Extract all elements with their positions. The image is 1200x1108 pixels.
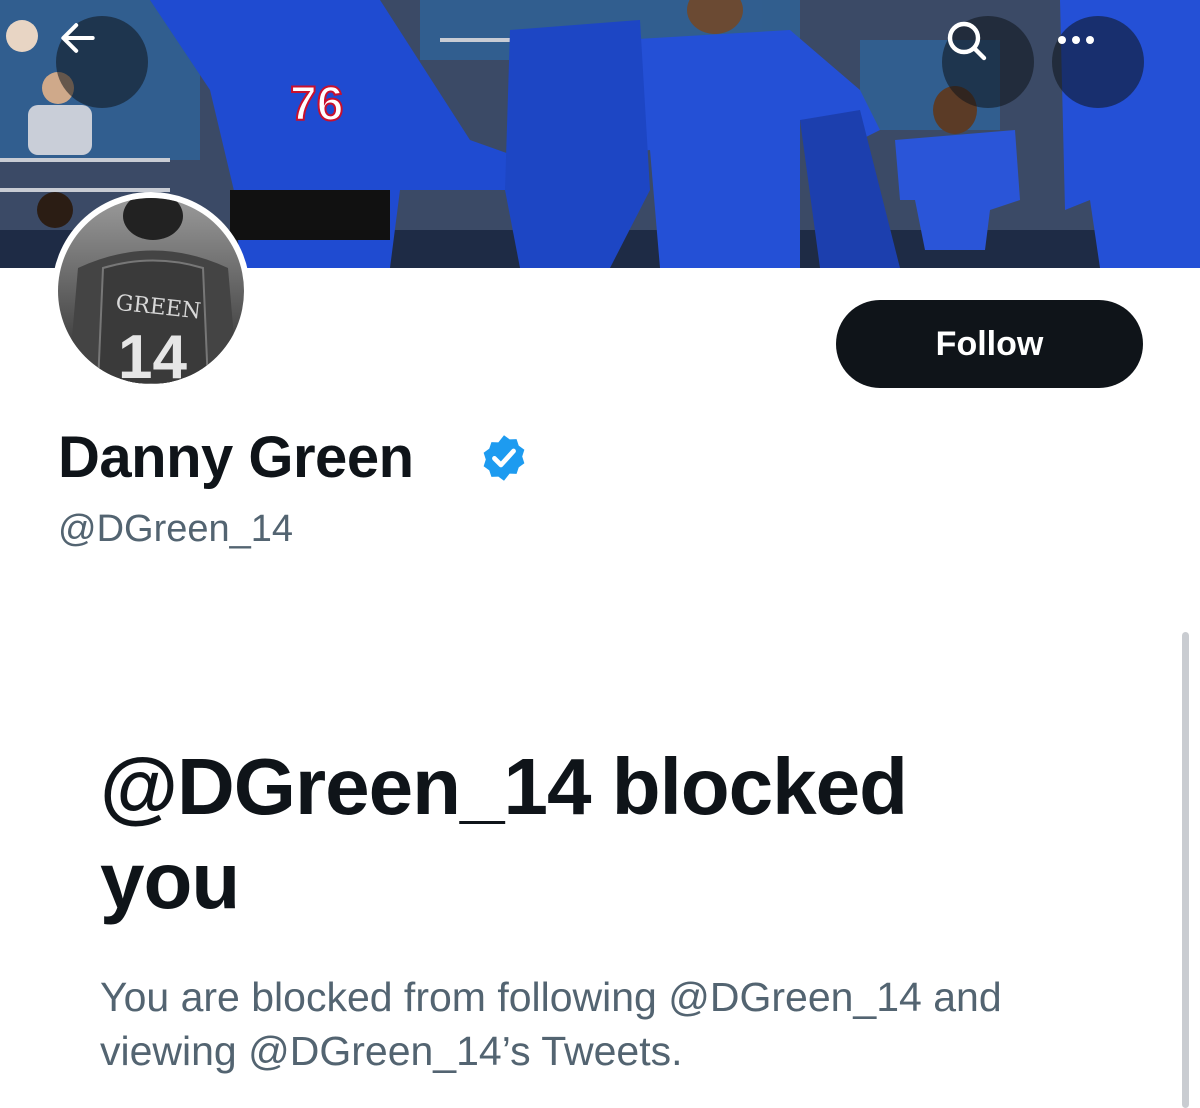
blocked-title: @DGreen_14 blocked you bbox=[100, 742, 908, 925]
scrollbar[interactable] bbox=[1182, 632, 1189, 1108]
profile-handle: @DGreen_14 bbox=[58, 508, 294, 550]
more-button[interactable] bbox=[1052, 16, 1144, 108]
back-button[interactable] bbox=[56, 16, 148, 108]
banner-jersey-number: 76 bbox=[290, 78, 343, 131]
follow-button[interactable]: Follow bbox=[836, 300, 1143, 388]
avatar[interactable]: GREEN 14 bbox=[52, 192, 250, 390]
avatar-jersey-number: 14 bbox=[118, 323, 187, 384]
search-icon bbox=[947, 21, 987, 61]
arrow-left-icon bbox=[61, 23, 95, 53]
search-button[interactable] bbox=[942, 16, 1034, 108]
avatar-image: GREEN 14 bbox=[58, 198, 244, 384]
more-horizontal-icon bbox=[1058, 36, 1094, 44]
verified-badge-icon bbox=[483, 435, 525, 481]
blocked-description: You are blocked from following @DGreen_1… bbox=[100, 974, 1002, 1074]
display-name: Danny Green bbox=[58, 425, 414, 490]
